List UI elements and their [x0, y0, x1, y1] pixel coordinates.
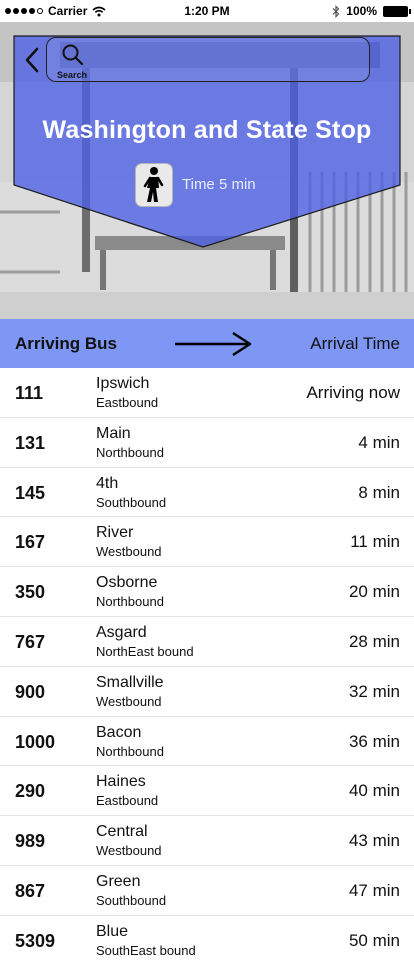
bus-row[interactable]: 145 4th Southbound 8 min [0, 468, 414, 518]
bus-direction: Westbound [96, 843, 162, 859]
bus-arrival-time: 36 min [348, 731, 400, 751]
bus-direction: Eastbound [96, 793, 159, 809]
bus-street: Blue [96, 922, 129, 940]
chevron-left-icon [25, 47, 39, 73]
bus-arrival-time: 47 min [348, 880, 400, 900]
bus-row[interactable]: 867 Green Southbound 47 min [0, 866, 414, 916]
bus-number: 1000 [15, 731, 56, 752]
bus-street: Osborne [96, 574, 158, 592]
battery-percentage: 100% [346, 4, 377, 18]
bus-arrival-time: 50 min [348, 930, 400, 950]
bus-number: 900 [15, 681, 46, 702]
search-label: Search [57, 70, 88, 80]
status-right: 100% [332, 4, 411, 18]
bus-arrival-time: 28 min [348, 631, 400, 651]
arrival-time-header: Arrival Time [310, 334, 400, 353]
bus-row[interactable]: 900 Smallville Westbound 32 min [0, 667, 414, 717]
bus-street: Asgard [96, 623, 147, 641]
walking-person-icon [143, 167, 164, 202]
bus-direction: Northbound [96, 444, 164, 460]
bus-arrival-time: 11 min [350, 532, 400, 552]
arriving-bus-header: Arriving Bus [15, 334, 118, 353]
bus-number: 867 [15, 880, 46, 901]
bus-arrival-time: Arriving now [306, 383, 400, 402]
bus-street: Bacon [96, 723, 142, 741]
bus-list: 111 Ipswich Eastbound Arriving now 131 M… [0, 368, 414, 964]
bus-number: 145 [15, 482, 46, 503]
status-bar: Carrier 1:20 PM 100% [0, 0, 414, 22]
bus-row[interactable]: 1000 Bacon Northbound 36 min [0, 717, 414, 767]
bus-number: 131 [15, 432, 46, 453]
bus-number: 290 [15, 781, 46, 802]
bus-street: Central [96, 823, 148, 841]
stop-hero: Search Washington and State Stop Time 5 … [0, 22, 414, 319]
bus-direction: Northbound [96, 594, 164, 610]
bus-number: 167 [15, 532, 46, 553]
bus-direction: Westbound [96, 693, 162, 709]
bus-number: 5309 [15, 930, 56, 951]
bus-row[interactable]: 350 Osborne Northbound 20 min [0, 567, 414, 617]
bus-direction: Westbound [96, 544, 162, 560]
battery-icon [383, 5, 411, 17]
bus-row[interactable]: 5309 Blue SouthEast bound 50 min [0, 916, 414, 964]
bus-row[interactable]: 111 Ipswich Eastbound Arriving now [0, 368, 414, 418]
bus-number: 767 [15, 631, 46, 652]
search-icon [62, 44, 84, 66]
bus-street: River [96, 524, 134, 542]
bus-number: 989 [15, 831, 46, 852]
bus-direction: SouthEast bound [96, 942, 196, 958]
bus-street: Haines [96, 773, 146, 791]
walk-time-label: Time 5 min [182, 176, 256, 193]
search-field[interactable]: Search [46, 37, 370, 82]
bus-direction: Southbound [96, 892, 167, 908]
bus-number: 111 [15, 383, 44, 403]
bus-direction: Southbound [96, 494, 167, 510]
bus-number: 350 [15, 582, 46, 603]
bus-row[interactable]: 131 Main Northbound 4 min [0, 418, 414, 468]
bus-arrival-time: 43 min [348, 831, 400, 851]
bus-arrival-time: 4 min [358, 432, 400, 452]
bus-direction: NorthEast bound [96, 643, 194, 659]
bus-street: Smallville [96, 673, 164, 691]
bus-direction: Eastbound [96, 395, 159, 410]
back-button[interactable] [20, 44, 44, 76]
bus-street: Main [96, 424, 131, 442]
bus-street: Green [96, 872, 141, 890]
bus-direction: Northbound [96, 743, 164, 759]
bus-arrival-time: 8 min [358, 482, 400, 502]
bus-row[interactable]: 767 Asgard NorthEast bound 28 min [0, 617, 414, 667]
list-header: Arriving Bus Arrival Time [0, 319, 414, 368]
bus-row[interactable]: 989 Central Westbound 43 min [0, 816, 414, 866]
bus-arrival-time: 40 min [348, 781, 400, 801]
bus-row[interactable]: 290 Haines Eastbound 40 min [0, 766, 414, 817]
bus-arrival-time: 32 min [348, 681, 400, 701]
arrow-right-icon [175, 331, 252, 357]
bus-street: Ipswich [96, 375, 150, 392]
bus-row[interactable]: 167 River Westbound 11 min [0, 517, 414, 568]
bus-arrival-time: 20 min [348, 582, 400, 602]
bus-street: 4th [96, 474, 119, 492]
stop-title: Washington and State Stop [42, 116, 372, 144]
walking-directions-button[interactable] [135, 163, 173, 207]
bluetooth-icon [332, 4, 340, 18]
